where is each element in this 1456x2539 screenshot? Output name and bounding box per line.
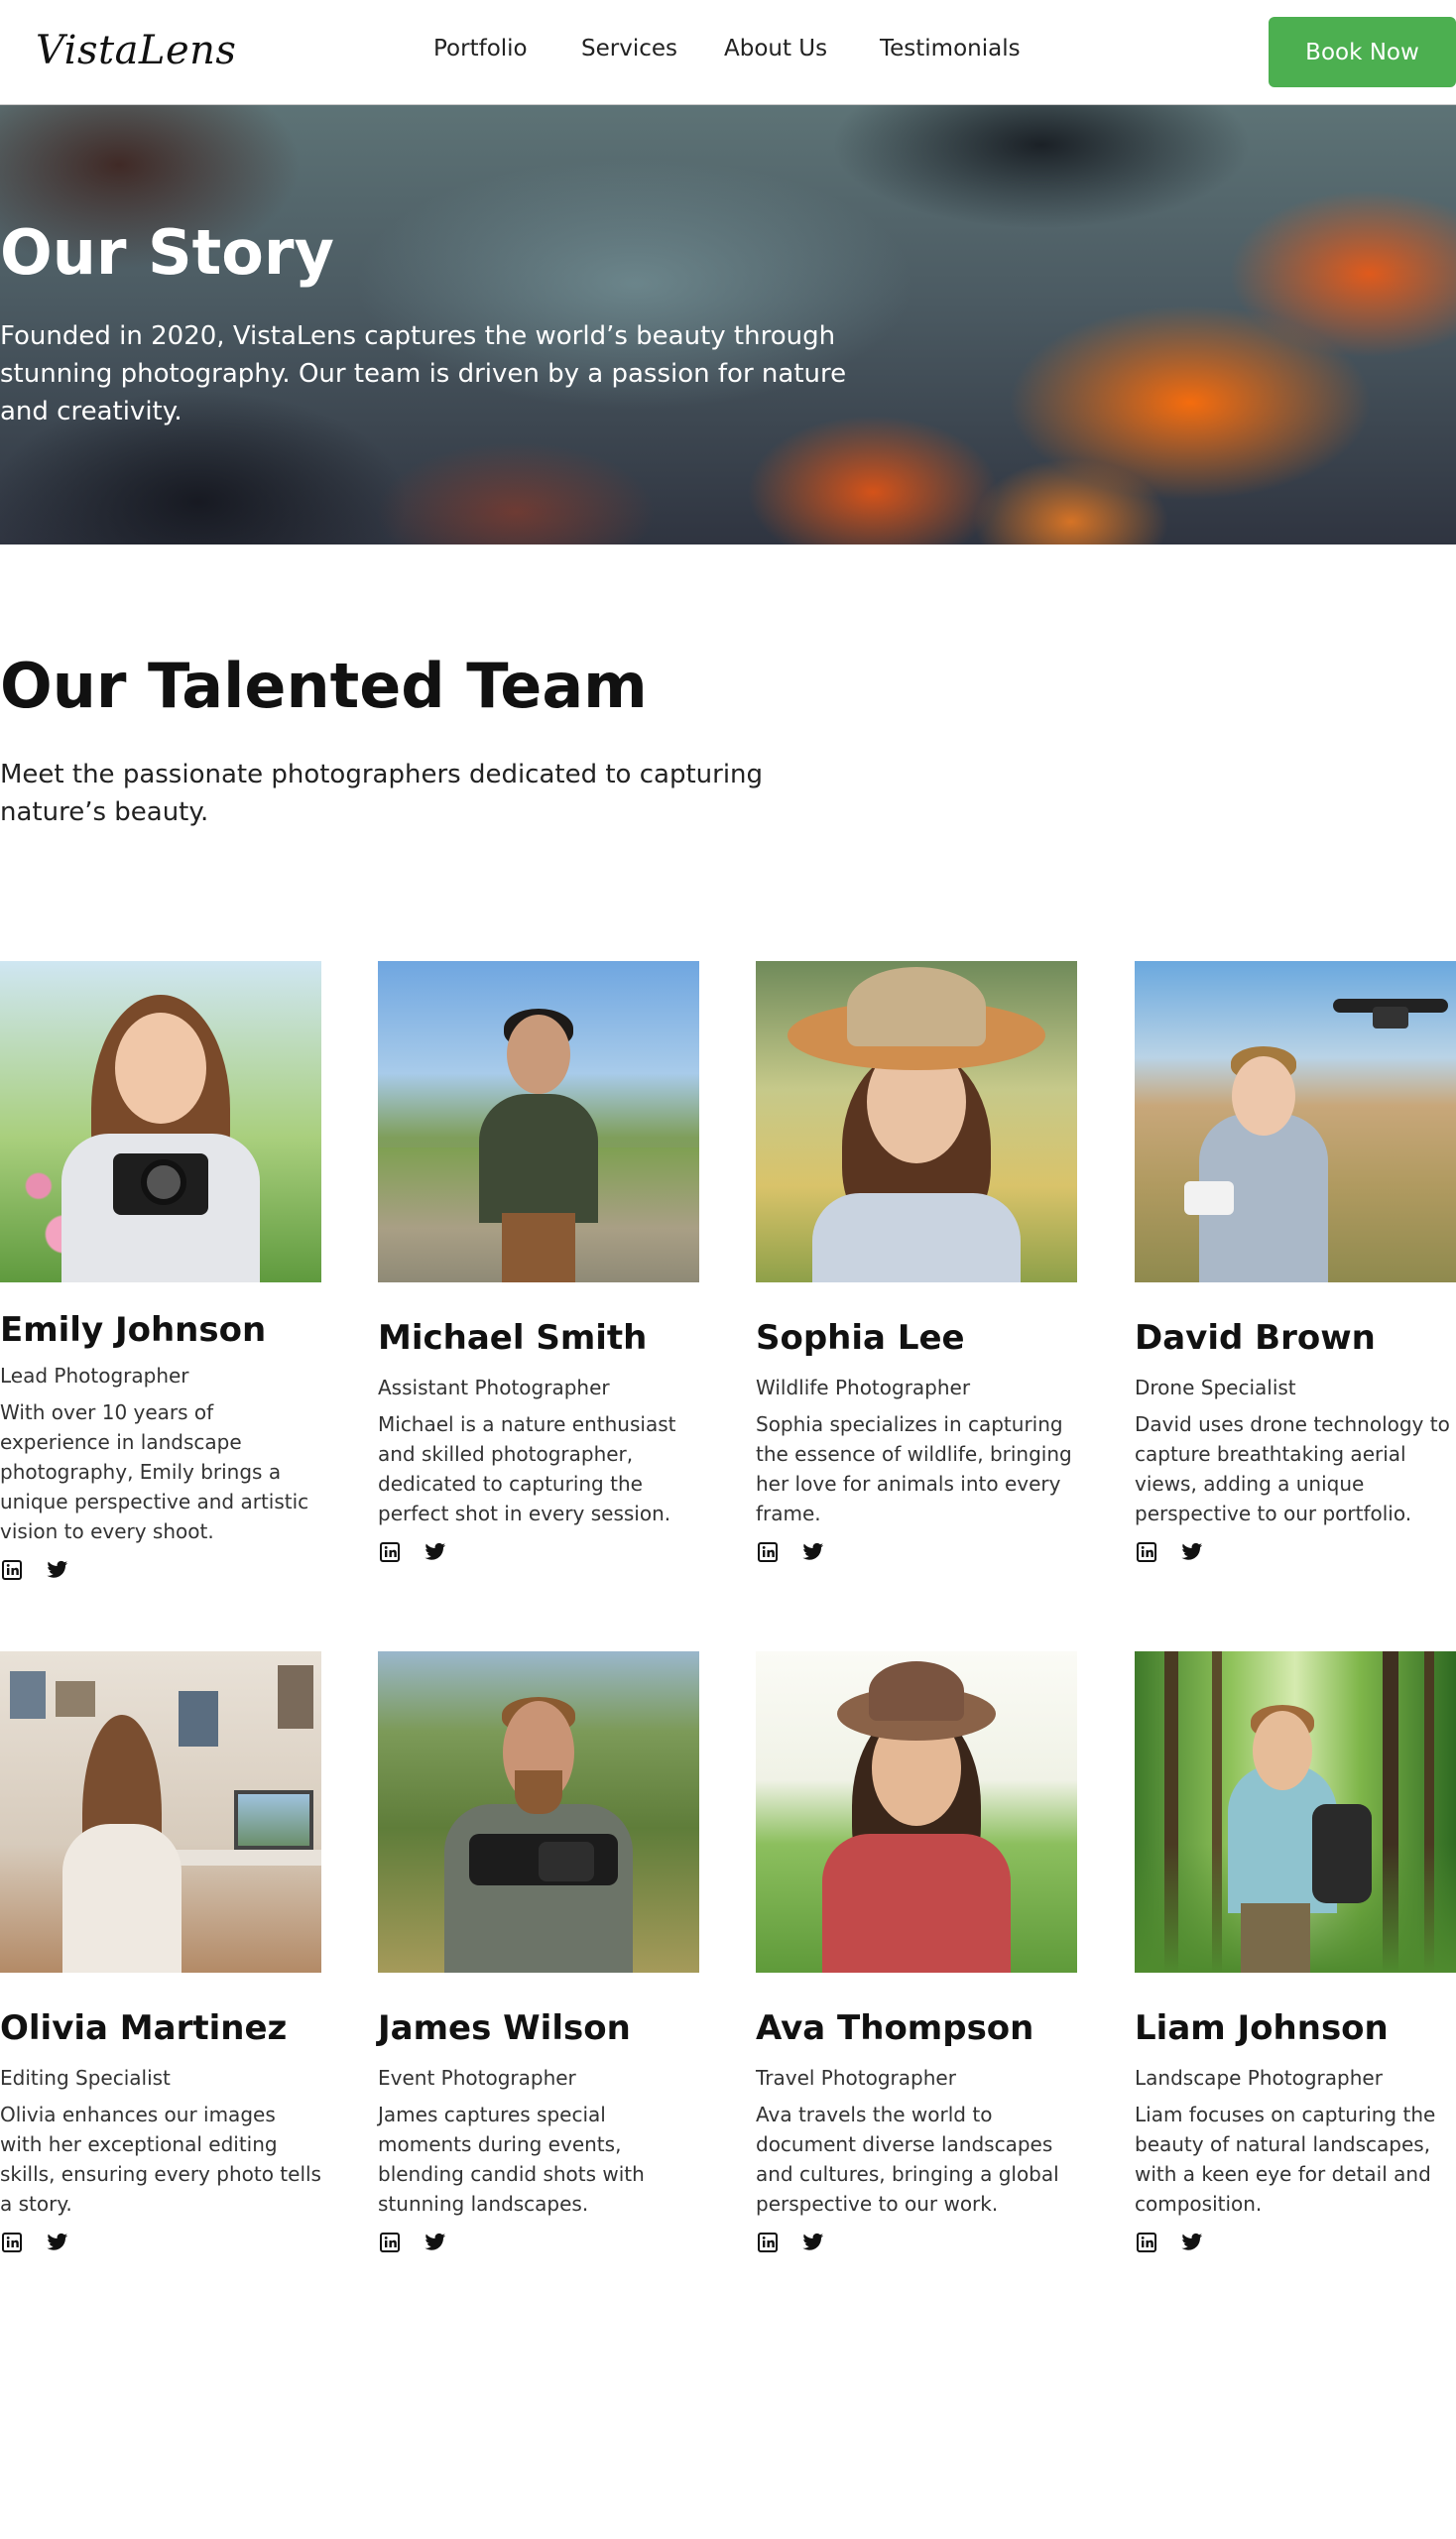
book-now-button[interactable]: Book Now <box>1269 17 1456 87</box>
twitter-icon[interactable] <box>424 2231 447 2254</box>
linkedin-icon[interactable] <box>756 2231 780 2254</box>
member-photo <box>378 1651 699 1973</box>
member-photo <box>1135 961 1456 1282</box>
team-subtitle: Meet the passionate photographers dedica… <box>0 760 764 827</box>
member-name: Ava Thompson <box>756 2008 1034 2048</box>
linkedin-icon[interactable] <box>378 1540 402 1564</box>
member-role: Travel Photographer <box>756 2066 956 2090</box>
linkedin-icon[interactable] <box>756 1540 780 1564</box>
logo[interactable]: VistaLens <box>36 28 236 73</box>
hero-text: Founded in 2020, VistaLens captures the … <box>0 321 847 426</box>
linkedin-icon[interactable] <box>0 1558 24 1582</box>
team-card: Olivia Martinez Editing Specialist Olivi… <box>0 1651 321 2254</box>
member-photo <box>756 961 1077 1282</box>
twitter-icon[interactable] <box>801 2231 825 2254</box>
team-card: Emily Johnson Lead Photographer With ove… <box>0 961 321 1582</box>
linkedin-icon[interactable] <box>0 2231 24 2254</box>
member-role: Event Photographer <box>378 2066 576 2090</box>
social-links <box>756 1540 1077 1564</box>
member-bio: Sophia specializes in capturing the esse… <box>756 1412 1072 1525</box>
team-card: Sophia Lee Wildlife Photographer Sophia … <box>756 961 1077 1564</box>
member-name: James Wilson <box>378 2008 631 2048</box>
social-links <box>0 2231 321 2254</box>
team-card: Liam Johnson Landscape Photographer Liam… <box>1135 1651 1456 2254</box>
social-links <box>378 1540 699 1564</box>
member-name: Sophia Lee <box>756 1318 965 1358</box>
member-bio: Olivia enhances our images with her exce… <box>0 2103 321 2216</box>
twitter-icon[interactable] <box>46 2231 69 2254</box>
member-role: Lead Photographer <box>0 1364 189 1388</box>
member-role: Landscape Photographer <box>1135 2066 1383 2090</box>
team-title: Our Talented Team <box>0 650 648 722</box>
member-bio: With over 10 years of experience in land… <box>0 1400 309 1543</box>
member-photo <box>756 1651 1077 1973</box>
twitter-icon[interactable] <box>801 1540 825 1564</box>
member-name: David Brown <box>1135 1318 1376 1358</box>
nav-about-us[interactable]: About Us <box>724 36 827 61</box>
hero-banner: Our Story Founded in 2020, VistaLens cap… <box>0 105 1456 544</box>
member-name: Michael Smith <box>378 1318 648 1358</box>
site-header: VistaLens Portfolio Services About Us Te… <box>0 0 1456 105</box>
member-role: Drone Specialist <box>1135 1376 1296 1399</box>
linkedin-icon[interactable] <box>1135 2231 1158 2254</box>
team-card: James Wilson Event Photographer James ca… <box>378 1651 699 2254</box>
social-links <box>756 2231 1077 2254</box>
social-links <box>1135 2231 1456 2254</box>
member-role: Assistant Photographer <box>378 1376 610 1399</box>
social-links <box>378 2231 699 2254</box>
member-bio: James captures special moments during ev… <box>378 2103 645 2216</box>
team-card: Ava Thompson Travel Photographer Ava tra… <box>756 1651 1077 2254</box>
nav-testimonials[interactable]: Testimonials <box>880 36 1021 61</box>
member-bio: Liam focuses on capturing the beauty of … <box>1135 2103 1436 2216</box>
social-links <box>0 1558 321 1582</box>
member-photo <box>0 961 321 1282</box>
twitter-icon[interactable] <box>424 1540 447 1564</box>
member-photo <box>378 961 699 1282</box>
member-bio: Michael is a nature enthusiast and skill… <box>378 1412 676 1525</box>
member-name: Olivia Martinez <box>0 2008 288 2048</box>
team-card: David Brown Drone Specialist David uses … <box>1135 961 1456 1564</box>
twitter-icon[interactable] <box>1180 2231 1204 2254</box>
nav-services[interactable]: Services <box>581 36 677 61</box>
member-name: Liam Johnson <box>1135 2008 1389 2048</box>
team-card: Michael Smith Assistant Photographer Mic… <box>378 961 699 1564</box>
member-photo <box>0 1651 321 1973</box>
member-role: Wildlife Photographer <box>756 1376 971 1399</box>
social-links <box>1135 1540 1456 1564</box>
member-photo <box>1135 1651 1456 1973</box>
nav-portfolio[interactable]: Portfolio <box>433 36 528 61</box>
twitter-icon[interactable] <box>1180 1540 1204 1564</box>
member-role: Editing Specialist <box>0 2066 171 2090</box>
member-name: Emily Johnson <box>0 1310 267 1350</box>
member-bio: Ava travels the world to document divers… <box>756 2103 1059 2216</box>
linkedin-icon[interactable] <box>1135 1540 1158 1564</box>
linkedin-icon[interactable] <box>378 2231 402 2254</box>
member-bio: David uses drone technology to capture b… <box>1135 1412 1450 1525</box>
hero-title: Our Story <box>0 216 334 289</box>
twitter-icon[interactable] <box>46 1558 69 1582</box>
